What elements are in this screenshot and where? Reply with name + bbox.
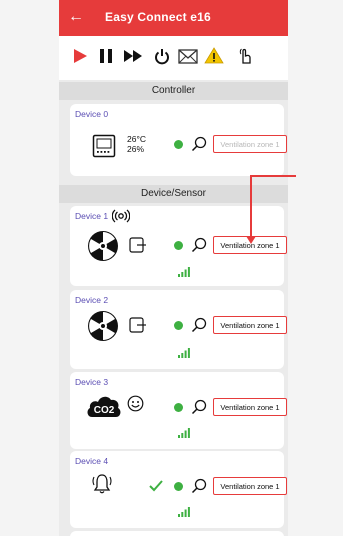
input-port-icon [129, 237, 146, 253]
device-card-controller[interactable]: Device 0 26°C 26% Ventilation zone 1 [70, 104, 287, 176]
search-icon[interactable] [191, 478, 207, 494]
device-label: Device 2 [75, 295, 109, 305]
device-card-2[interactable]: Device 2 Ventilation zone 1 [70, 290, 287, 369]
fan-icon [88, 311, 118, 341]
touch-hand-icon[interactable] [234, 44, 256, 68]
ventilation-zone-button[interactable]: Ventilation zone 1 [213, 236, 287, 254]
ventilation-zone-button[interactable]: Ventilation zone 1 [213, 477, 287, 495]
status-dot [174, 403, 183, 412]
signal-strength-icon [178, 348, 190, 358]
thermostat-icon [92, 134, 116, 158]
ventilation-zone-button[interactable]: Ventilation zone 1 [213, 316, 287, 334]
fast-forward-icon[interactable] [122, 44, 144, 68]
co2-label: CO2 [94, 405, 115, 416]
app-screen: ← Easy Connect e16 Controller Device 0 2… [59, 0, 288, 536]
device-card-5-partial[interactable] [70, 531, 284, 536]
search-icon[interactable] [191, 237, 207, 253]
warning-icon[interactable] [203, 44, 225, 68]
temperature-value: 26°C [127, 134, 146, 144]
bell-icon [92, 474, 112, 494]
search-icon[interactable] [191, 317, 207, 333]
pause-icon[interactable] [95, 44, 117, 68]
power-icon[interactable] [151, 44, 173, 68]
input-port-icon [129, 317, 146, 333]
ventilation-zone-button[interactable]: Ventilation zone 1 [213, 398, 287, 416]
device-card-1[interactable]: Device 1 Ventilation zone 1 [70, 206, 287, 286]
app-title: Easy Connect e16 [105, 10, 211, 24]
mail-icon[interactable] [177, 44, 199, 68]
device-card-3[interactable]: Device 3 CO2 Ventilation zone 1 [70, 372, 287, 449]
toolbar [59, 36, 288, 80]
search-icon[interactable] [191, 136, 207, 152]
play-icon[interactable] [69, 44, 91, 68]
status-dot [174, 482, 183, 491]
ventilation-zone-button[interactable]: Ventilation zone 1 [213, 135, 287, 153]
search-icon[interactable] [191, 399, 207, 415]
device-label: Device 3 [75, 377, 109, 387]
section-header-devices: Device/Sensor [59, 185, 288, 203]
status-dot [174, 321, 183, 330]
fan-icon [88, 231, 118, 261]
device-card-4[interactable]: Device 4 Ventilation zone 1 [70, 451, 287, 528]
smiley-icon [127, 395, 144, 412]
section-header-controller: Controller [59, 82, 288, 100]
humidity-value: 26% [127, 144, 145, 154]
wireless-icon [112, 209, 130, 223]
app-bar: ← Easy Connect e16 [59, 0, 288, 36]
device-label: Device 0 [75, 109, 109, 119]
device-label: Device 1 [75, 211, 109, 221]
signal-strength-icon [178, 267, 190, 277]
signal-strength-icon [178, 428, 190, 438]
device-label: Device 4 [75, 456, 109, 466]
back-arrow-icon[interactable]: ← [67, 8, 85, 26]
signal-strength-icon [178, 507, 190, 517]
status-dot [174, 140, 183, 149]
co2-cloud-icon: CO2 [87, 396, 121, 417]
status-dot [174, 241, 183, 250]
checkmark-icon [149, 480, 163, 492]
